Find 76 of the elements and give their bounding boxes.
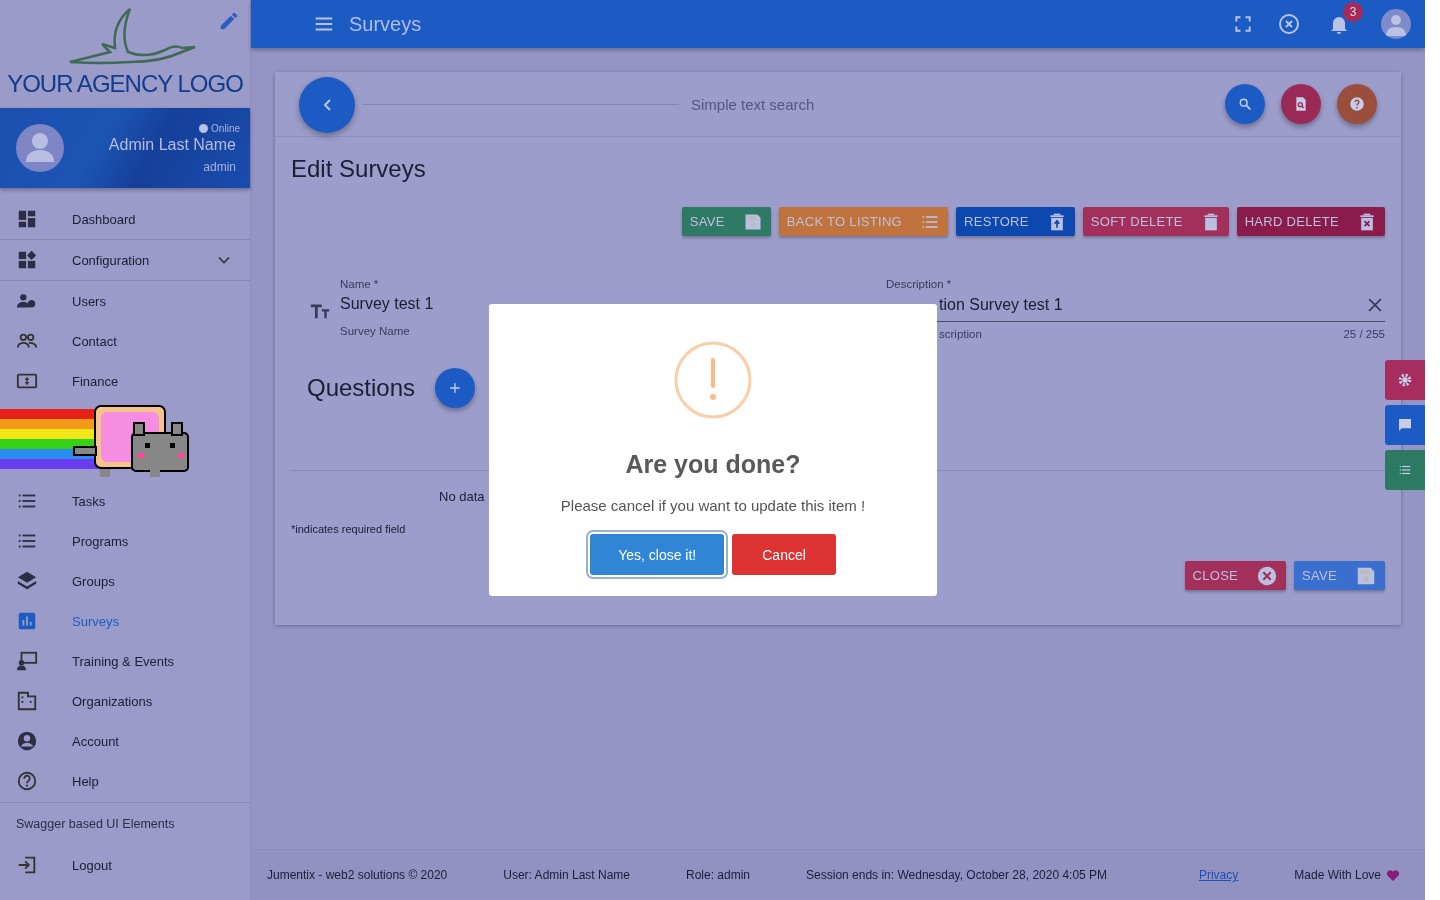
page-title: Surveys [349, 12, 422, 36]
nav-item[interactable]: Help [0, 761, 250, 801]
heart-icon [1385, 867, 1401, 883]
list-tab[interactable] [1385, 450, 1425, 490]
action-button[interactable]: SOFT DELETE [1082, 207, 1229, 236]
dialog-title: Are you done? [625, 450, 801, 479]
presenter-icon [16, 650, 38, 672]
layers-icon [16, 570, 38, 592]
field-label: Description * [886, 278, 953, 290]
field-label: Name * [340, 278, 380, 290]
back-button[interactable] [299, 77, 355, 133]
help-button[interactable] [1337, 84, 1377, 124]
field-hint: scription [938, 328, 982, 340]
character-counter: 25 / 255 [1343, 328, 1385, 340]
logout-icon [16, 854, 38, 876]
nav-item[interactable]: Account [0, 721, 250, 761]
help-icon [1348, 95, 1366, 113]
chat-icon [1397, 417, 1413, 433]
user-role: admin [203, 159, 236, 174]
nav-item[interactable]: Users [0, 281, 250, 321]
avatar-icon [16, 124, 64, 172]
action-button[interactable]: CLOSE [1184, 561, 1287, 590]
section-heading: Swagger based UI Elements [16, 817, 175, 831]
nav-item[interactable]: Configuration [0, 239, 250, 281]
chevron-left-icon [323, 99, 331, 111]
search-icon [1237, 96, 1253, 112]
copyright-text: Jumentix - web2 solutions © 2020 [267, 868, 448, 882]
field-hint: Survey Name [340, 325, 411, 337]
fullscreen-icon[interactable] [1233, 14, 1253, 34]
nav-item[interactable]: Dashboard [0, 199, 250, 239]
document-search-icon [1293, 96, 1309, 112]
session-text: Session ends in: Wednesday, October 28, 2020 4:05 PM [806, 868, 1108, 882]
nav-item[interactable]: Programs [0, 521, 250, 561]
nav-item[interactable]: Tasks [0, 481, 250, 521]
close-circle-icon[interactable] [1277, 12, 1301, 36]
settings-tab[interactable] [1385, 360, 1425, 400]
widgets-icon [16, 249, 38, 271]
trash-x-icon [1357, 211, 1377, 232]
help-icon [16, 770, 38, 792]
nav-item[interactable]: Finance [0, 361, 250, 401]
nav-item[interactable]: Training & Events [0, 641, 250, 681]
nav-item[interactable]: Logout [0, 845, 250, 885]
dashboard-icon [16, 208, 38, 230]
logo-text: YOUR AGENCY LOGO [7, 70, 243, 98]
user-name: Admin Last Name [108, 135, 236, 154]
user-text: User: Admin Last Name [503, 868, 630, 882]
dialog-message: Please cancel if you want to update this item ! [560, 497, 866, 514]
add-button[interactable] [435, 368, 476, 408]
pencil-icon[interactable] [218, 10, 240, 32]
cancel-button[interactable]: Cancel [732, 534, 836, 575]
account-icon [16, 730, 38, 752]
list-icon [1398, 463, 1412, 477]
chat-tab[interactable] [1385, 405, 1425, 445]
close-icon [1256, 564, 1279, 587]
bar-chart-icon [16, 610, 38, 632]
document-search-button[interactable] [1281, 84, 1321, 124]
empty-message: No data [439, 488, 485, 504]
nav-item[interactable]: Groups [0, 561, 250, 601]
action-button[interactable]: RESTORE [956, 207, 1075, 236]
search-button[interactable] [1225, 84, 1265, 124]
online-status: Online [199, 122, 240, 134]
made-with-love-text: Made With Love [1294, 868, 1381, 882]
warning-icon [673, 340, 753, 420]
questions-heading: Questions [307, 374, 416, 402]
required-note: *indicates required field [291, 523, 407, 535]
role-text: Role: admin [686, 868, 751, 882]
building-icon [16, 690, 38, 712]
form-title: Edit Surveys [291, 155, 427, 183]
settings-icon [1397, 372, 1413, 388]
action-button[interactable]: HARD DELETE [1236, 207, 1385, 236]
notification-badge: 3 [1343, 2, 1363, 22]
avatar-icon[interactable] [1381, 9, 1411, 39]
nav-item[interactable]: Contact [0, 321, 250, 361]
name-field[interactable]: Survey test 1 [340, 295, 480, 319]
nav-item[interactable]: Organizations [0, 681, 250, 721]
confirm-button[interactable]: Yes, close it! [590, 534, 725, 575]
